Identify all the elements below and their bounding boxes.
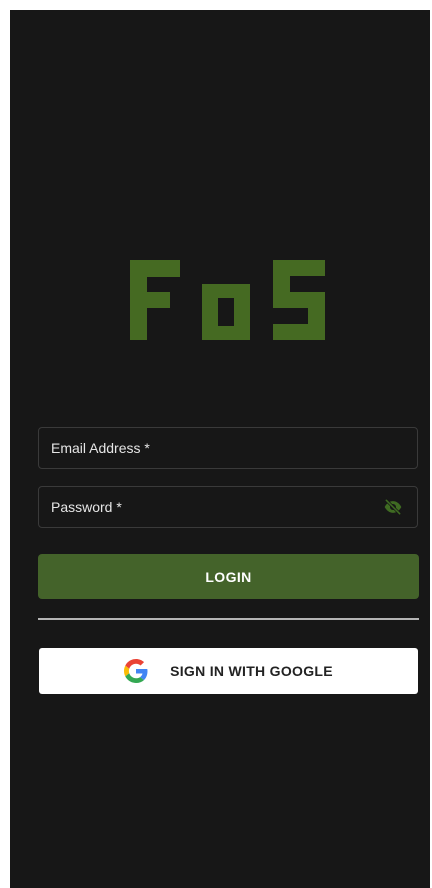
email-input[interactable] [39,428,421,470]
divider [38,618,419,620]
email-field[interactable]: Email Address * [38,427,421,470]
login-button[interactable]: LOGIN [38,554,419,599]
google-sign-in-label: SIGN IN WITH GOOGLE [170,663,333,679]
eye-off-icon[interactable] [383,497,403,517]
google-g-icon [124,659,148,683]
password-input[interactable] [39,487,421,529]
password-field[interactable]: Password * [38,486,421,529]
google-sign-in-button[interactable]: SIGN IN WITH GOOGLE [39,648,418,694]
login-screen: Email Address * Password * LOGIN SIGN IN… [10,10,430,888]
fos-logo [130,260,325,340]
